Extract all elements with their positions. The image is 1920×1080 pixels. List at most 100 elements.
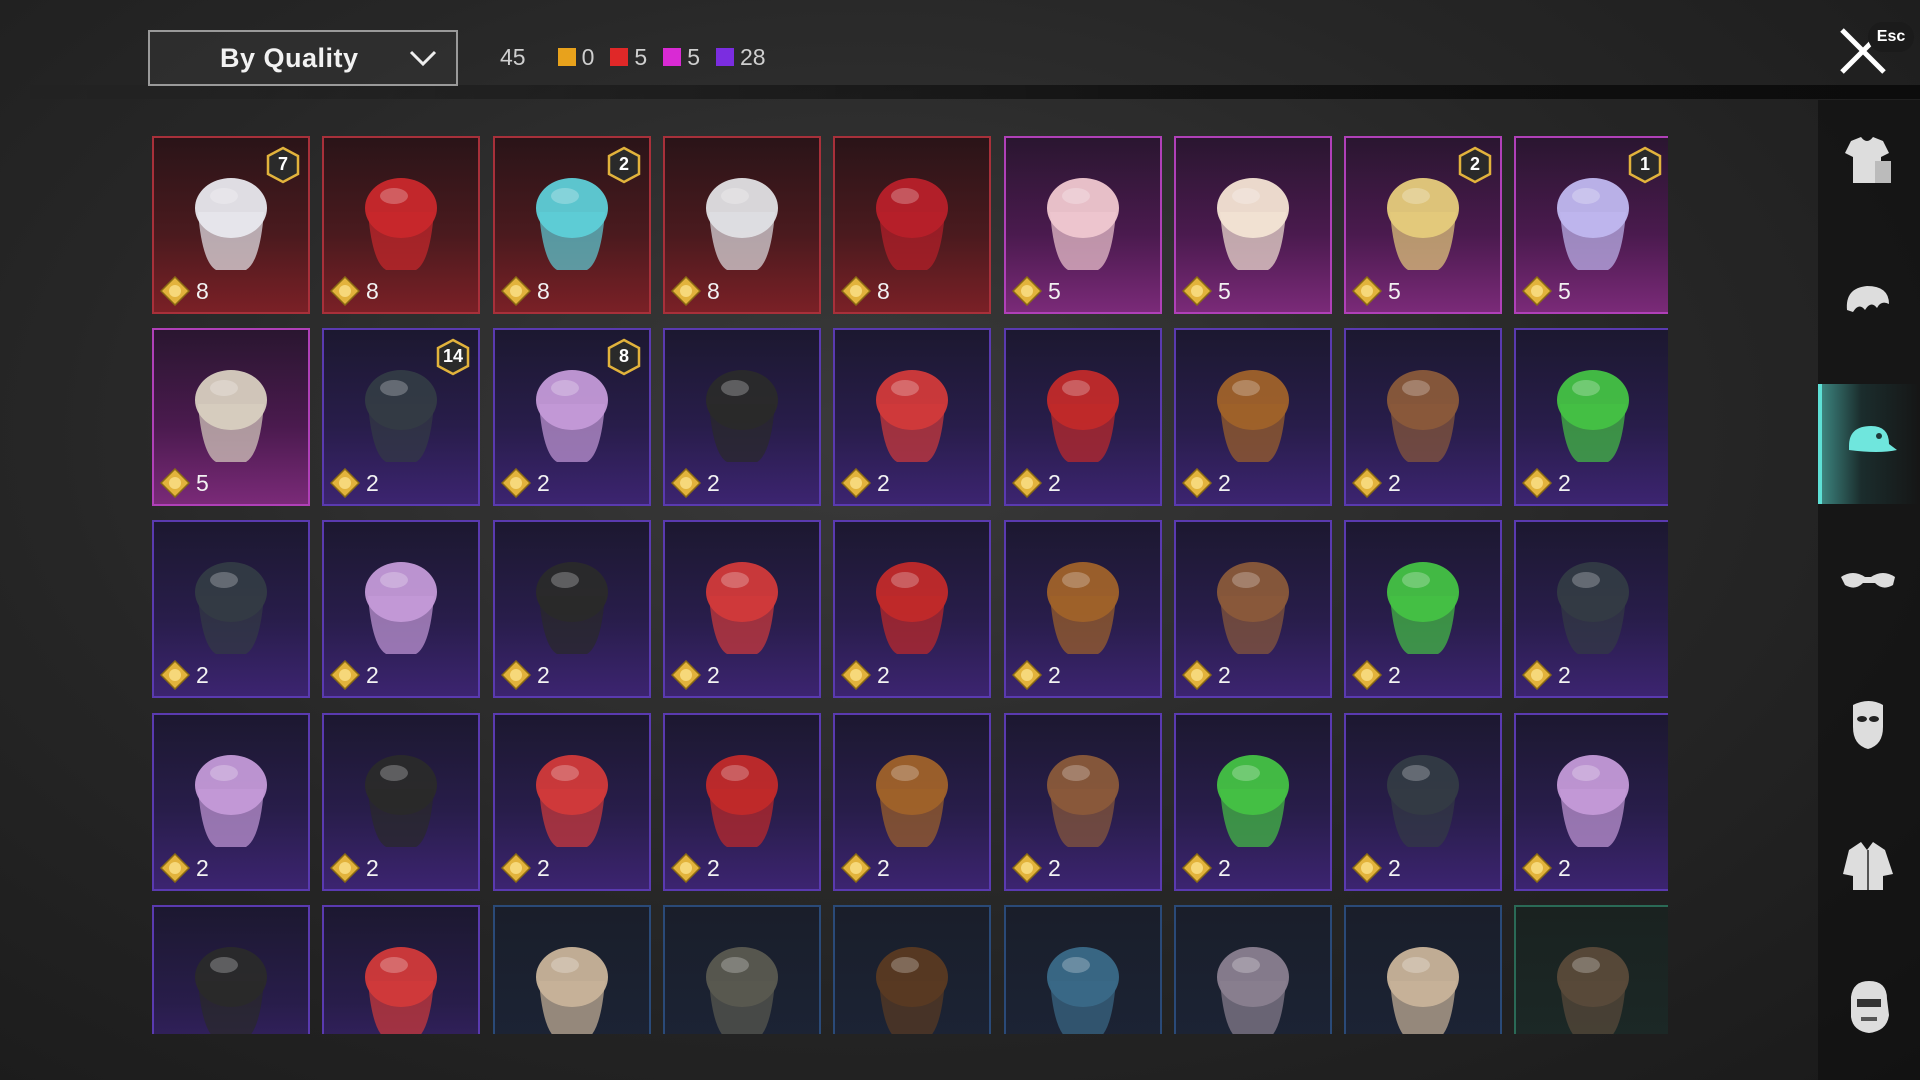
item-tile[interactable]: 2 <box>833 713 991 891</box>
item-tile[interactable]: 2 <box>322 713 480 891</box>
coin-icon <box>1522 853 1552 883</box>
item-tile[interactable]: 2 <box>493 520 651 698</box>
sort-dropdown[interactable]: By Quality <box>148 30 458 86</box>
category-tab-cap[interactable] <box>1818 384 1920 504</box>
item-tile[interactable]: 2 <box>833 328 991 506</box>
item-tile[interactable]: 2 <box>1004 713 1162 891</box>
category-tab-jacket[interactable] <box>1818 806 1920 926</box>
item-tile[interactable]: 2 <box>322 520 480 698</box>
item-tile[interactable]: 2 <box>493 713 651 891</box>
black-bucket-hat-icon <box>195 947 267 1034</box>
coin-icon <box>671 853 701 883</box>
item-tile[interactable]: 2 <box>1344 520 1502 698</box>
sort-dropdown-label: By Quality <box>220 42 359 73</box>
item-price: 2 <box>1522 853 1571 883</box>
item-tile[interactable]: 14 2 <box>322 328 480 506</box>
coin-icon <box>1522 468 1552 498</box>
coin-icon <box>671 660 701 690</box>
coin-icon <box>1522 660 1552 690</box>
item-tile[interactable]: 2 <box>833 520 991 698</box>
item-price-value: 2 <box>1558 661 1571 688</box>
rare-count: 28 <box>739 43 766 70</box>
coin-icon <box>330 853 360 883</box>
item-tile[interactable]: 5 <box>152 328 310 506</box>
item-tile[interactable]: 2 <box>1004 328 1162 506</box>
item-tile[interactable] <box>1004 905 1162 1034</box>
quantity-badge: 2 <box>1458 146 1492 184</box>
rare-swatch <box>715 48 734 66</box>
item-tile[interactable] <box>663 905 821 1034</box>
item-tile[interactable]: 5 <box>1174 136 1332 314</box>
glasses-icon <box>1841 573 1895 588</box>
item-tile[interactable]: 25 <box>1344 136 1502 314</box>
item-price: 8 <box>841 276 890 306</box>
category-tab-face[interactable] <box>1818 947 1920 1067</box>
item-tile[interactable]: 2 <box>1514 713 1668 891</box>
item-tile[interactable]: 8 <box>833 136 991 314</box>
coin-icon <box>501 660 531 690</box>
item-price-value: 5 <box>1048 277 1061 304</box>
epic-count: 5 <box>687 43 700 70</box>
item-tile[interactable]: 2 <box>663 713 821 891</box>
category-tab-outfit[interactable] <box>1818 103 1920 223</box>
quantity-badge: 1 <box>1628 146 1662 184</box>
item-tile[interactable] <box>833 905 991 1034</box>
category-tab-mask[interactable] <box>1818 665 1920 785</box>
item-tile[interactable] <box>322 905 480 1034</box>
outfit-icon <box>1845 137 1891 183</box>
item-tile[interactable] <box>493 905 651 1034</box>
quantity-badge-label: 2 <box>1469 154 1480 174</box>
item-tile[interactable]: 82 <box>493 328 651 506</box>
item-price: 2 <box>841 468 890 498</box>
item-tile[interactable]: 2 <box>1174 713 1332 891</box>
item-tile[interactable] <box>1344 905 1502 1034</box>
item-tile[interactable]: 2 <box>152 713 310 891</box>
item-price-value: 2 <box>537 661 550 688</box>
item-tile[interactable]: 2 <box>1514 520 1668 698</box>
item-price: 5 <box>1352 276 1401 306</box>
coin-icon <box>160 468 190 498</box>
item-tile[interactable]: 28 <box>493 136 651 314</box>
item-tile[interactable]: 2 <box>663 328 821 506</box>
legendary-count: 0 <box>581 43 595 70</box>
item-tile[interactable] <box>1174 905 1332 1034</box>
item-tile[interactable]: 2 <box>152 520 310 698</box>
item-tile[interactable]: 2 <box>1344 713 1502 891</box>
item-price-value: 2 <box>1048 661 1061 688</box>
item-price-value: 2 <box>366 661 379 688</box>
quantity-badge: 14 <box>436 338 470 376</box>
quantity-badge: 7 <box>266 146 300 184</box>
item-tile[interactable]: 2 <box>1174 328 1332 506</box>
item-price-value: 2 <box>1218 854 1231 881</box>
item-price-value: 8 <box>196 277 209 304</box>
coin-icon <box>330 468 360 498</box>
coin-icon <box>501 468 531 498</box>
coin-icon <box>1012 853 1042 883</box>
item-price: 2 <box>1012 660 1061 690</box>
item-tile[interactable]: 15 <box>1514 136 1668 314</box>
hair-icon <box>1846 286 1889 312</box>
item-tile[interactable]: 2 <box>663 520 821 698</box>
coin-icon <box>841 853 871 883</box>
item-price-value: 5 <box>1558 277 1571 304</box>
item-price: 8 <box>330 276 379 306</box>
item-tile[interactable]: 78 <box>152 136 310 314</box>
category-tab-glasses[interactable] <box>1818 523 1920 643</box>
item-tile[interactable]: 5 <box>1004 136 1162 314</box>
item-price-value: 2 <box>1218 469 1231 496</box>
item-price-value: 5 <box>1388 277 1401 304</box>
item-price: 2 <box>160 660 209 690</box>
category-tab-hair[interactable] <box>1818 246 1920 366</box>
item-tile[interactable] <box>152 905 310 1034</box>
item-price: 2 <box>1352 468 1401 498</box>
item-tile[interactable]: 8 <box>663 136 821 314</box>
coin-icon <box>1182 660 1212 690</box>
item-tile[interactable]: 2 <box>1004 520 1162 698</box>
item-tile[interactable]: 2 <box>1514 328 1668 506</box>
item-tile[interactable]: 2 <box>1174 520 1332 698</box>
item-tile[interactable] <box>1514 905 1668 1034</box>
item-tile[interactable]: 8 <box>322 136 480 314</box>
item-price: 2 <box>671 660 720 690</box>
coin-icon <box>160 660 190 690</box>
item-tile[interactable]: 2 <box>1344 328 1502 506</box>
